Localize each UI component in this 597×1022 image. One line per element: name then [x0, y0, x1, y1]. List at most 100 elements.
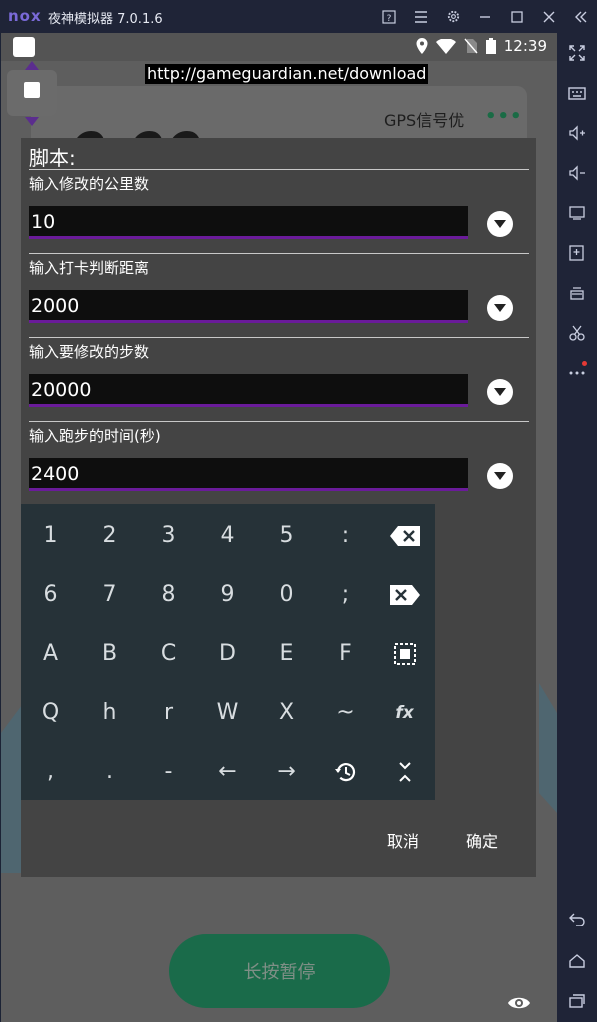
key-comma[interactable]: , [21, 742, 80, 801]
volume-down-icon[interactable] [557, 153, 597, 193]
steps-input[interactable]: 20000 [29, 374, 468, 407]
collapse-keyboard-key[interactable] [375, 742, 434, 801]
cancel-button[interactable]: 取消 [387, 828, 419, 852]
key-9[interactable]: 9 [198, 565, 257, 624]
maximize-icon[interactable] [501, 0, 533, 33]
eye-icon[interactable] [507, 995, 531, 1015]
settings-icon[interactable] [437, 0, 469, 33]
key-x[interactable]: X [257, 683, 316, 742]
home-icon[interactable] [557, 941, 597, 981]
key-2[interactable]: 2 [80, 506, 139, 565]
key-period[interactable]: . [80, 742, 139, 801]
field-label-steps: 输入要修改的步数 [29, 343, 150, 361]
fx-key[interactable]: fx [375, 683, 434, 742]
emulator-titlebar: nox 夜神模拟器 7.0.1.6 ? [0, 0, 597, 33]
cursor-right-key[interactable]: → [257, 742, 316, 801]
select-all-key[interactable] [375, 624, 434, 683]
dialog-divider [29, 169, 529, 170]
status-time: 12:39 [503, 37, 547, 55]
history-key[interactable] [316, 742, 375, 801]
help-icon[interactable]: ? [373, 0, 405, 33]
emulator-sidebar [557, 33, 597, 1022]
notification-square-icon [13, 37, 35, 57]
key-7[interactable]: 7 [80, 565, 139, 624]
key-tilde[interactable]: ~ [316, 683, 375, 742]
emulator-title: 夜神模拟器 7.0.1.6 [48, 12, 163, 27]
chevron-down-icon [494, 220, 506, 228]
key-minus[interactable]: - [139, 742, 198, 801]
field-label-run-time: 输入跑步的时间(秒) [29, 427, 161, 445]
cursor-left-key[interactable]: ← [198, 742, 257, 801]
key-semicolon[interactable]: ; [316, 565, 375, 624]
gg-arrow-down-icon [25, 117, 39, 126]
backspace-icon [389, 525, 420, 546]
checkin-distance-dropdown-button[interactable] [487, 295, 513, 321]
key-f[interactable]: F [316, 624, 375, 683]
dialog-divider [29, 253, 529, 254]
key-4[interactable]: 4 [198, 506, 257, 565]
gg-arrow-up-icon [25, 61, 39, 70]
km-input[interactable]: 10 [29, 206, 468, 239]
run-time-input[interactable]: 2400 [29, 458, 468, 491]
gps-more-icon[interactable]: ••• [485, 106, 523, 127]
multi-instance-icon[interactable] [557, 273, 597, 313]
key-0[interactable]: 0 [257, 565, 316, 624]
screen-icon[interactable] [557, 193, 597, 233]
key-1[interactable]: 1 [21, 506, 80, 565]
more-icon[interactable] [557, 353, 597, 393]
key-w[interactable]: W [198, 683, 257, 742]
long-press-pause-button[interactable]: 长按暂停 [169, 934, 390, 1008]
chevron-down-icon [494, 388, 506, 396]
apk-install-icon[interactable] [557, 233, 597, 273]
key-c[interactable]: C [139, 624, 198, 683]
field-label-km: 输入修改的公里数 [29, 175, 150, 193]
key-q[interactable]: Q [21, 683, 80, 742]
key-6[interactable]: 6 [21, 565, 80, 624]
gg-stop-icon [24, 82, 40, 98]
key-b[interactable]: B [80, 624, 139, 683]
chevron-down-icon [494, 472, 506, 480]
delete-icon [389, 584, 420, 605]
minimize-icon[interactable] [469, 0, 501, 33]
menu-icon[interactable] [405, 0, 437, 33]
close-icon[interactable] [533, 0, 565, 33]
collapse-icon [398, 761, 411, 782]
location-icon [416, 38, 428, 54]
key-h[interactable]: h [80, 683, 139, 742]
key-a[interactable]: A [21, 624, 80, 683]
collapse-sidebar-icon[interactable] [565, 0, 597, 33]
gameguardian-url: http://gameguardian.net/download [145, 64, 429, 84]
nox-logo: nox [8, 7, 42, 25]
key-d[interactable]: D [198, 624, 257, 683]
gps-signal-label: GPS信号优 [384, 111, 465, 130]
run-time-dropdown-button[interactable] [487, 463, 513, 489]
key-e[interactable]: E [257, 624, 316, 683]
battery-icon [485, 38, 496, 54]
steps-dropdown-button[interactable] [487, 379, 513, 405]
checkin-distance-input[interactable]: 2000 [29, 290, 468, 323]
volume-up-icon[interactable] [557, 113, 597, 153]
confirm-button[interactable]: 确定 [466, 828, 498, 852]
backspace-key[interactable] [375, 506, 434, 565]
key-r[interactable]: r [139, 683, 198, 742]
key-8[interactable]: 8 [139, 565, 198, 624]
recent-apps-icon[interactable] [557, 981, 597, 1021]
gg-keyboard: 1 2 3 4 5 : 6 7 8 9 0 ; A B C D E F Q h … [21, 504, 435, 800]
delete-key[interactable] [375, 565, 434, 624]
history-icon [334, 762, 355, 781]
no-sim-icon [464, 38, 478, 54]
keyboard-mapping-icon[interactable] [557, 73, 597, 113]
scissors-icon[interactable] [557, 313, 597, 353]
key-colon[interactable]: : [316, 506, 375, 565]
wifi-icon [435, 38, 456, 54]
fullscreen-icon[interactable] [557, 33, 597, 73]
key-5[interactable]: 5 [257, 506, 316, 565]
field-label-checkin-distance: 输入打卡判断距离 [29, 259, 150, 277]
gameguardian-floating-button[interactable] [7, 61, 57, 126]
km-dropdown-button[interactable] [487, 211, 513, 237]
chevron-down-icon [494, 304, 506, 312]
key-3[interactable]: 3 [139, 506, 198, 565]
back-icon[interactable] [557, 899, 597, 939]
dialog-divider [29, 337, 529, 338]
dialog-title: 脚本: [29, 146, 76, 170]
